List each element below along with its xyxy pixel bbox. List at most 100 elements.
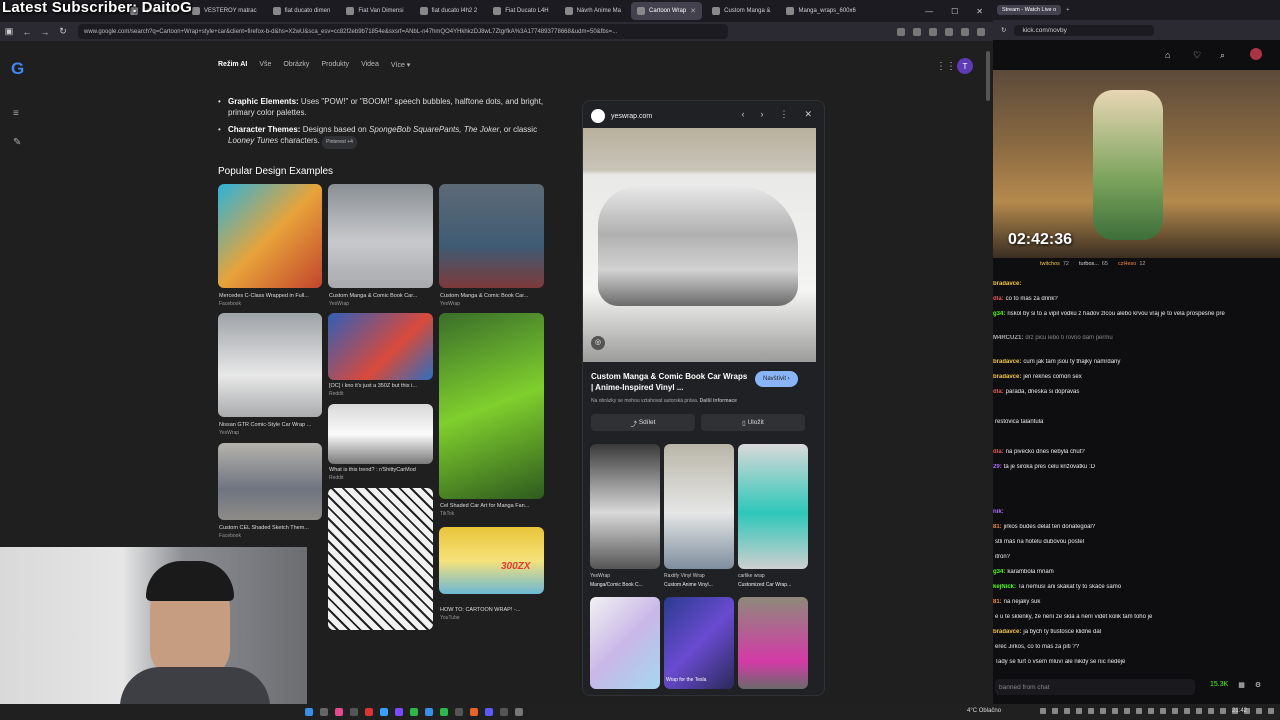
chat-username[interactable]: dla: <box>993 389 1004 395</box>
preview-image[interactable]: ◎ <box>583 128 816 362</box>
result-caption[interactable]: Custom Manga & Comic Book Car... <box>329 293 433 299</box>
taskbar-app-icon[interactable] <box>470 708 478 716</box>
result-image[interactable] <box>218 443 322 520</box>
taskbar-app-icon[interactable] <box>335 708 343 716</box>
tray-icon[interactable] <box>1124 708 1130 714</box>
chat-username[interactable]: g34: <box>993 311 1005 317</box>
browser-tab[interactable]: Custom Manga & <box>706 2 776 20</box>
taskbar-app-icon[interactable] <box>380 708 388 716</box>
related-image[interactable] <box>590 597 660 689</box>
download-icon[interactable] <box>897 27 905 36</box>
taskbar-app-icon[interactable] <box>395 708 403 716</box>
browser-tab[interactable]: Návrh Anime Ma <box>559 2 627 20</box>
browser-tab[interactable]: Manga_wraps_600x6 <box>780 2 860 20</box>
emote-icon[interactable]: ▦ <box>1238 681 1245 689</box>
gift-icon[interactable]: ⌂ <box>1165 50 1170 60</box>
chat-username[interactable]: bradavce: <box>993 359 1021 365</box>
gifter-badge[interactable]: twitchos 72 <box>1040 261 1069 267</box>
tray-icon[interactable] <box>1184 708 1190 714</box>
reload-icon[interactable]: ↻ <box>54 26 72 37</box>
browser-tab[interactable]: Cartoon Wrap ✕ <box>630 2 703 20</box>
avatar[interactable] <box>1250 48 1262 60</box>
account-icon[interactable] <box>913 27 921 36</box>
tray-icon[interactable] <box>1064 708 1070 714</box>
related-image[interactable] <box>664 444 734 569</box>
kick-address-bar[interactable]: kick.com/novby <box>1014 24 1155 36</box>
back-icon[interactable]: ← <box>18 27 36 37</box>
gifter-badge[interactable]: turbos... 65 <box>1079 261 1108 267</box>
search-tab[interactable]: Režim AI <box>218 61 247 69</box>
preview-site[interactable]: yeswrap.com <box>591 109 652 123</box>
chat-username[interactable]: M4RCUZ1: <box>993 335 1023 341</box>
chat-username[interactable]: bradavce: <box>993 629 1021 635</box>
share-button[interactable]: ⤴ Sdílet <box>591 414 695 431</box>
minimize-icon[interactable]: — <box>925 7 933 16</box>
related-caption[interactable]: Manga/Comic Book C... <box>590 582 660 588</box>
gifter-badge[interactable]: czHeso 12 <box>1118 261 1145 267</box>
search-tab[interactable]: Vše <box>259 61 271 69</box>
tray-icon[interactable] <box>1136 708 1142 714</box>
tray-icon[interactable] <box>1268 708 1274 714</box>
browser-tab[interactable]: Fiat Van Dimensi <box>340 2 409 20</box>
search-tab[interactable]: Více ▾ <box>391 61 410 69</box>
tray-icon[interactable] <box>1088 708 1094 714</box>
next-icon[interactable]: › <box>760 109 763 120</box>
result-image[interactable] <box>328 404 433 464</box>
chat-username[interactable]: bradavce: <box>993 281 1021 287</box>
avatar[interactable]: T <box>957 58 973 74</box>
tray-icon[interactable] <box>1052 708 1058 714</box>
taskbar-app-icon[interactable] <box>500 708 508 716</box>
result-image[interactable] <box>328 488 433 630</box>
taskbar-app-icon[interactable] <box>485 708 493 716</box>
browser-tab[interactable]: fiat ducato dimen <box>267 2 337 20</box>
tray-icon[interactable] <box>1040 708 1046 714</box>
tray-icon[interactable] <box>1100 708 1106 714</box>
chat-input[interactable]: banned from chat <box>995 679 1195 695</box>
stream-video[interactable] <box>993 70 1280 258</box>
taskbar-app-icon[interactable] <box>440 708 448 716</box>
result-image[interactable] <box>328 184 433 288</box>
result-image[interactable] <box>439 313 544 499</box>
result-image[interactable]: 300ZX <box>439 527 544 594</box>
search-tab[interactable]: Obrázky <box>283 61 309 69</box>
result-caption[interactable]: Cel Shaded Car Art for Manga Fan... <box>440 503 544 509</box>
edit-icon[interactable]: ✎ <box>13 137 21 148</box>
menu-icon[interactable] <box>977 27 985 36</box>
weather-widget[interactable]: 4°C Oblačno <box>967 708 1001 714</box>
chat-username[interactable]: dla: <box>993 296 1004 302</box>
taskbar-app-icon[interactable] <box>515 708 523 716</box>
extension-icon[interactable] <box>945 27 953 36</box>
maximize-icon[interactable]: ☐ <box>951 7 958 16</box>
chat-username[interactable]: 81: <box>993 524 1002 530</box>
related-image[interactable]: Wrap for the Tesla <box>664 597 734 689</box>
taskbar-app-icon[interactable] <box>410 708 418 716</box>
result-caption[interactable]: What is this trend? : r/ShittyCarMod <box>329 467 433 473</box>
search-icon[interactable]: ⌕ <box>1220 50 1225 61</box>
google-logo[interactable]: G <box>11 59 24 79</box>
result-caption[interactable]: Custom CEL Shaded Sketch Them... <box>219 525 323 531</box>
close-tab-icon[interactable]: ✕ <box>690 7 696 15</box>
related-image[interactable] <box>738 597 808 689</box>
sidebar-icon[interactable]: ▣ <box>0 26 18 37</box>
extension-icon[interactable] <box>961 27 969 36</box>
save-button[interactable]: ▯ Uložit <box>701 414 805 431</box>
tray-icon[interactable] <box>1076 708 1082 714</box>
chat-username[interactable]: kejNick: <box>993 584 1016 590</box>
page-scrollbar[interactable] <box>986 51 990 101</box>
prev-icon[interactable]: ‹ <box>741 109 744 120</box>
search-tab[interactable]: Videa <box>361 61 379 69</box>
search-tab[interactable]: Produkty <box>321 61 349 69</box>
kick-tab[interactable]: Stream - Watch Live o <box>997 5 1062 15</box>
settings-icon[interactable]: ⚙ <box>1255 681 1261 689</box>
heart-icon[interactable]: ♡ <box>1193 50 1201 61</box>
result-caption[interactable]: [OC] i kno it's just a 350Z but this i..… <box>329 383 433 389</box>
browser-tab[interactable]: fiat ducato l4h2 2 <box>414 2 484 20</box>
new-tab-icon[interactable]: + <box>1066 7 1069 13</box>
forward-icon[interactable]: → <box>36 27 54 37</box>
tray-icon[interactable] <box>1148 708 1154 714</box>
chat-username[interactable]: g34: <box>993 569 1005 575</box>
chat-username[interactable]: dla: <box>993 449 1004 455</box>
result-image[interactable] <box>328 313 433 380</box>
taskbar-app-icon[interactable] <box>455 708 463 716</box>
more-icon[interactable]: ⋮ <box>779 109 788 120</box>
